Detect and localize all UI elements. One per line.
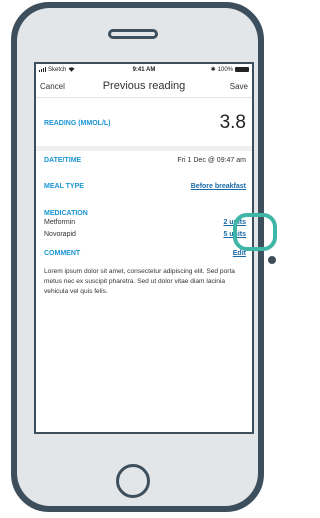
edit-comment-link[interactable]: Edit bbox=[233, 250, 246, 257]
page-title: Previous reading bbox=[102, 80, 186, 92]
medication-item: Metformin 2 units bbox=[44, 219, 246, 226]
medication-label: MEDICATION bbox=[44, 210, 88, 217]
medication-item: Novorapid 5 units bbox=[44, 231, 246, 238]
annotation-dot bbox=[268, 256, 276, 264]
medication-name: Novorapid bbox=[44, 231, 76, 238]
meal-type-link[interactable]: Before breakfast bbox=[191, 183, 246, 190]
divider bbox=[36, 146, 252, 151]
highlight-annotation bbox=[233, 213, 277, 251]
reading-label: READING (MMOL/L) bbox=[44, 119, 111, 127]
medication-name: Metformin bbox=[44, 219, 76, 226]
datetime-value[interactable]: Fri 1 Dec @ 09:47 am bbox=[177, 157, 246, 164]
comment-label: COMMENT bbox=[44, 250, 81, 257]
status-bar: Sketch 9:41 AM ✱ 100% bbox=[36, 64, 252, 75]
reading-row: READING (MMOL/L) 3.8 bbox=[44, 112, 246, 134]
home-button[interactable] bbox=[116, 464, 150, 498]
save-button[interactable]: Save bbox=[230, 82, 248, 91]
meal-label: MEAL TYPE bbox=[44, 183, 84, 190]
datetime-row: DATE/TIME Fri 1 Dec @ 09:47 am bbox=[44, 157, 246, 164]
comment-row: COMMENT Edit bbox=[44, 250, 246, 257]
medication-label-row: MEDICATION bbox=[44, 202, 246, 220]
phone-screen: Sketch 9:41 AM ✱ 100% Cancel Previous re… bbox=[34, 62, 254, 434]
nav-bar: Cancel Previous reading Save bbox=[36, 75, 252, 98]
phone-speaker bbox=[108, 29, 158, 39]
comment-text: Lorem ipsum dolor sit amet, consectetur … bbox=[44, 268, 235, 295]
meal-row: MEAL TYPE Before breakfast bbox=[44, 183, 246, 190]
reading-value[interactable]: 3.8 bbox=[220, 112, 246, 134]
status-time: 9:41 AM bbox=[132, 66, 156, 73]
datetime-label: DATE/TIME bbox=[44, 157, 82, 164]
